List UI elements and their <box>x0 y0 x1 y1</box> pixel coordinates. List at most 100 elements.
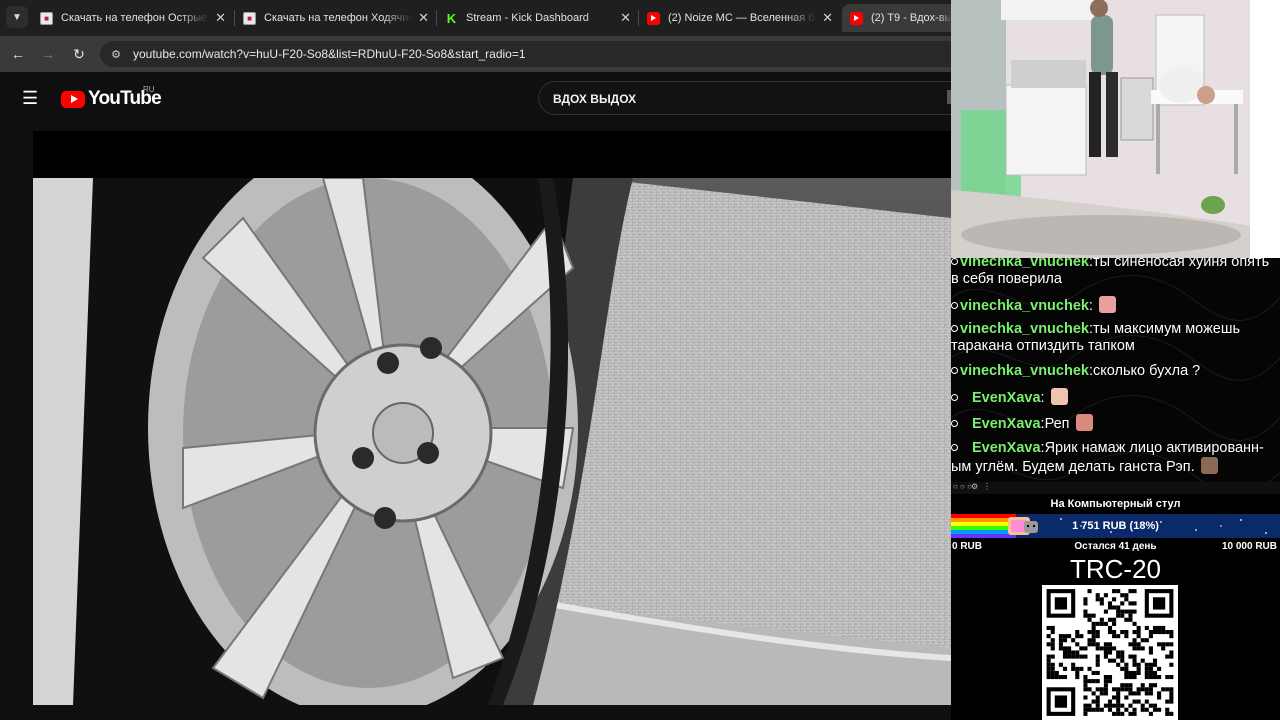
back-arrow-icon[interactable]: ← <box>8 44 28 64</box>
tab-1[interactable]: ■ Скачать на телефон Острые ю ✕ <box>32 4 232 32</box>
qr-module <box>1124 695 1129 700</box>
close-tab-icon[interactable]: ✕ <box>418 10 429 26</box>
qr-module <box>1128 687 1133 692</box>
kick-favicon-icon: K <box>446 10 457 26</box>
search-query-text[interactable]: ВДОХ ВЫДОХ <box>553 92 636 106</box>
qr-module <box>1116 703 1121 708</box>
video-player[interactable] <box>33 131 951 705</box>
chat-username[interactable]: EvenXava <box>972 440 1041 456</box>
tab-5-active[interactable]: (2) T9 - Вдох-выдо <box>842 4 951 32</box>
chat-username[interactable]: vinechka_vnuchek <box>960 363 1089 379</box>
qr-module <box>1091 621 1096 626</box>
widget-gear-icon[interactable]: ⚙ <box>971 482 978 491</box>
qr-module <box>1132 601 1137 606</box>
qr-module <box>1058 638 1063 643</box>
qr-module <box>1144 666 1149 671</box>
qr-module <box>1120 609 1125 614</box>
widget-dots-icon[interactable]: ○ ○ ○ <box>953 482 972 491</box>
widget-grip-icon[interactable]: ⋮ <box>983 482 991 491</box>
qr-module <box>1083 597 1088 602</box>
qr-module <box>1071 662 1076 667</box>
qr-module <box>1116 699 1121 704</box>
qr-module <box>1112 687 1117 692</box>
qr-module <box>1169 650 1174 655</box>
qr-module <box>1152 703 1158 708</box>
qr-module <box>1050 662 1055 667</box>
qr-module <box>1169 662 1174 667</box>
qr-module <box>1136 625 1141 630</box>
video-frame[interactable] <box>33 178 951 705</box>
qr-module <box>1062 646 1068 651</box>
goal-max: 10 000 RUB <box>1221 541 1277 552</box>
chat-username[interactable]: vinechka_vnuchek <box>960 298 1089 314</box>
qr-module <box>1087 613 1092 618</box>
video-frame-image <box>33 178 951 705</box>
qr-module <box>1148 703 1153 708</box>
chat-username[interactable]: EvenXava <box>972 390 1041 406</box>
qr-module <box>1099 621 1104 626</box>
qr-module <box>1116 695 1121 700</box>
forward-arrow-icon[interactable]: → <box>38 44 58 64</box>
close-tab-icon[interactable]: ✕ <box>215 10 226 26</box>
hamburger-menu-icon[interactable]: ☰ <box>22 89 40 107</box>
qr-module <box>1120 650 1125 655</box>
chat-username[interactable]: vinechka_vnuchek <box>960 321 1089 337</box>
qr-module <box>1095 658 1100 663</box>
qr-module <box>1103 654 1108 659</box>
reload-icon[interactable]: ↻ <box>69 44 89 64</box>
qr-module <box>1116 609 1121 614</box>
qr-module <box>1128 711 1133 716</box>
qr-module <box>1132 654 1137 659</box>
close-tab-icon[interactable]: ✕ <box>822 10 833 26</box>
qr-module <box>1075 666 1080 671</box>
qr-module <box>1144 691 1149 696</box>
qr-module <box>1103 593 1108 598</box>
qr-code-icon[interactable] <box>1042 585 1178 720</box>
qr-module <box>1050 642 1055 647</box>
qr-module <box>1136 670 1141 675</box>
chat-username[interactable]: vinechka_vnuchek <box>960 258 1089 270</box>
qr-finder-module <box>1054 695 1068 708</box>
tab-3[interactable]: K Stream - Kick Dashboard ✕ <box>437 4 637 32</box>
qr-module <box>1099 601 1104 606</box>
url-text[interactable]: youtube.com/watch?v=huU-F20-So8&list=RDh… <box>133 47 526 61</box>
qr-module <box>1120 630 1125 635</box>
qr-module <box>1132 711 1137 716</box>
qr-finder-module <box>1152 597 1166 610</box>
qr-module <box>1157 625 1162 630</box>
qr-module <box>1116 605 1121 610</box>
qr-module <box>1140 638 1145 643</box>
chat-message: EvenXava:Реп <box>951 414 1280 433</box>
qr-module <box>1128 617 1133 622</box>
qr-module <box>1095 679 1100 684</box>
qr-module <box>1136 634 1141 639</box>
qr-module <box>1087 617 1092 622</box>
document-favicon-icon: ■ <box>243 11 256 25</box>
site-settings-icon[interactable]: ⚙ <box>108 46 124 62</box>
qr-module <box>1124 675 1129 680</box>
tab-2[interactable]: ■ Скачать на телефон Ходячие ✕ <box>235 4 435 32</box>
qr-module <box>1099 691 1104 696</box>
address-bar[interactable]: ⚙ youtube.com/watch?v=huU-F20-So8&list=R… <box>100 41 951 67</box>
chat-username[interactable]: EvenXava <box>972 416 1041 432</box>
chat-message: vinechka_vnuchek:сколько бухла ? <box>951 363 1280 380</box>
qr-module <box>1112 658 1117 663</box>
youtube-favicon-icon <box>647 11 660 25</box>
qr-module <box>1062 654 1068 659</box>
tab-4[interactable]: (2) Noize MC — Вселенная бе ✕ <box>639 4 839 32</box>
qr-module <box>1107 699 1113 704</box>
screen: ▼ ■ Скачать на телефон Острые ю ✕ ■ Скач… <box>0 0 1280 720</box>
qr-module <box>1124 666 1129 671</box>
qr-module <box>1095 670 1100 675</box>
qr-module <box>1148 711 1153 716</box>
qr-module <box>1148 634 1153 639</box>
qr-module <box>1116 707 1121 712</box>
chat-text: сколько бухла ? <box>1093 363 1201 379</box>
tab-search-chevron-icon[interactable]: ▼ <box>6 6 28 28</box>
qr-module <box>1046 642 1051 647</box>
chat-bullet-icon <box>951 325 958 332</box>
search-input[interactable]: ВДОХ ВЫДОХ <box>538 81 951 115</box>
close-tab-icon[interactable]: ✕ <box>620 10 631 26</box>
qr-module <box>1136 630 1141 635</box>
qr-module <box>1075 642 1080 647</box>
